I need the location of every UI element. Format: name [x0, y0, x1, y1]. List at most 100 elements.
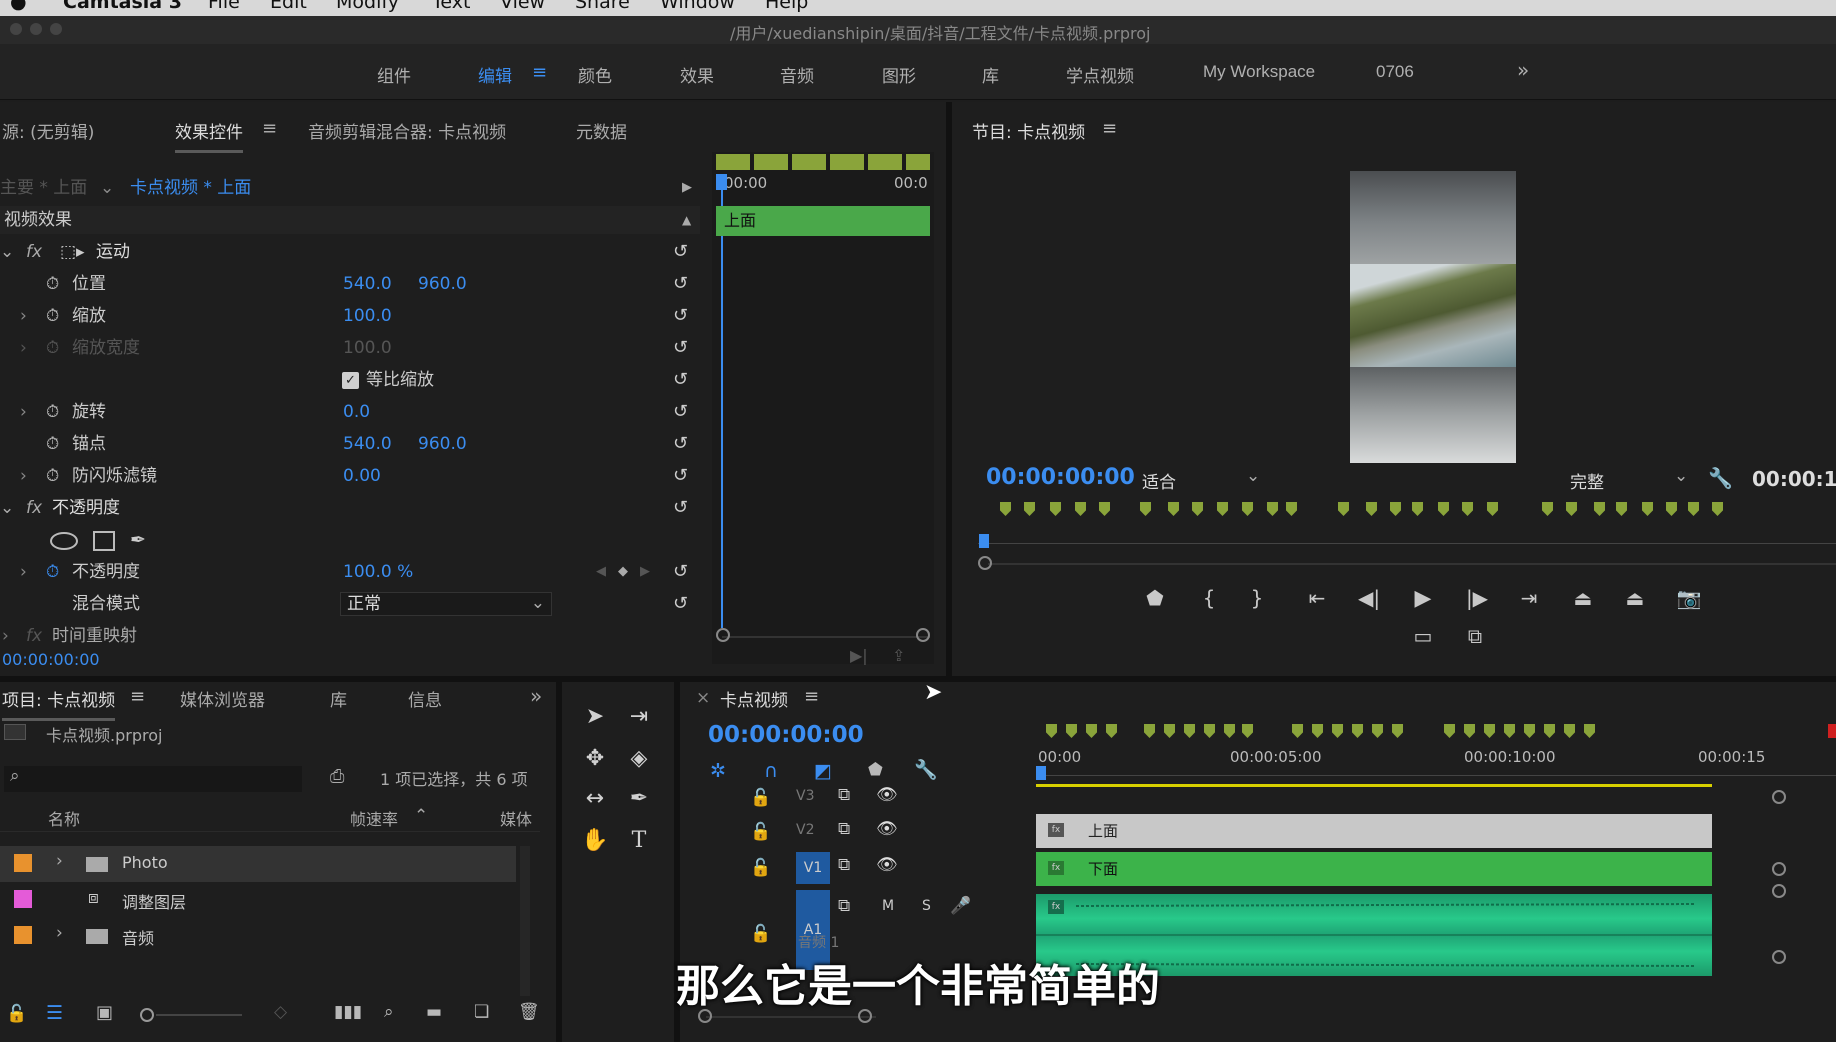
pen-mask-icon[interactable]: ✒ — [130, 526, 146, 554]
workspace-menu-icon[interactable]: ≡ — [532, 62, 547, 83]
ellipse-mask-icon[interactable] — [50, 532, 78, 550]
workspace-tab-graphics[interactable]: 图形 — [882, 62, 916, 87]
compare-view-icon[interactable]: ⧉ — [1460, 624, 1490, 648]
hand-tool-icon[interactable]: ✋ — [580, 828, 610, 853]
breadcrumb-master[interactable]: 主要 * 上面 — [0, 174, 87, 202]
column-frame-rate[interactable]: 帧速率 — [350, 806, 398, 830]
add-marker-timeline-icon[interactable]: ◩ — [814, 760, 832, 782]
solo-button[interactable]: S — [922, 898, 931, 914]
motion-transform-icon[interactable]: ⬚▸ — [60, 238, 85, 266]
toggle-sync-icon[interactable]: ⧉ — [838, 819, 850, 839]
stopwatch-active-icon[interactable]: ⏱ — [46, 558, 59, 586]
microphone-icon[interactable]: 🎤 — [950, 896, 971, 916]
export-frame-camera-icon[interactable]: 📷 — [1674, 586, 1704, 610]
track-target-v1[interactable]: V1 — [796, 852, 830, 884]
tab-metadata[interactable]: 元数据 — [576, 118, 627, 143]
add-keyframe-icon[interactable]: ◆ — [618, 558, 628, 586]
new-item-icon[interactable]: ❏ — [474, 1002, 489, 1022]
slip-tool-icon[interactable]: ↔ — [580, 786, 610, 811]
reset-opacity-icon[interactable]: ↺ — [673, 558, 688, 586]
safe-margins-icon[interactable]: ▭ — [1408, 624, 1438, 648]
mute-button[interactable]: M — [882, 898, 894, 914]
new-bin-icon[interactable]: ▬ — [426, 1002, 442, 1022]
timeline-ruler[interactable] — [1036, 766, 1836, 776]
collapse-chevron-icon[interactable]: ⌄ — [0, 494, 14, 522]
track-scroll-handle[interactable] — [1772, 884, 1786, 898]
sequence-tab[interactable]: 卡点视频 — [720, 686, 788, 711]
rectangle-mask-icon[interactable] — [93, 531, 115, 551]
trash-icon[interactable]: 🗑 — [518, 1002, 540, 1022]
project-scrollbar[interactable] — [520, 846, 530, 996]
collapse-chevron-icon[interactable]: ⌄ — [0, 238, 14, 266]
pen-tool-icon[interactable]: ✒ — [624, 786, 654, 811]
close-tab-icon[interactable]: × — [696, 688, 710, 708]
add-marker-icon[interactable]: ⬟ — [1140, 586, 1170, 610]
work-area-bar[interactable] — [1036, 784, 1712, 787]
lock-track-icon[interactable]: 🔓 — [750, 822, 771, 842]
project-menu-icon[interactable]: ≡ — [130, 686, 145, 707]
workspace-tab-library[interactable]: 库 — [982, 62, 999, 87]
new-bin-from-search-icon[interactable]: ⎙ — [330, 766, 344, 787]
menu-view[interactable]: View — [500, 0, 545, 13]
play-icon[interactable]: ▶ — [1408, 586, 1438, 611]
tab-effect-controls[interactable]: 效果控件 — [175, 118, 243, 153]
track-scroll-handle[interactable] — [1772, 862, 1786, 876]
reset-scale-icon[interactable]: ↺ — [673, 302, 688, 330]
next-keyframe-icon[interactable]: ▶ — [640, 558, 650, 586]
ripple-edit-tool-icon[interactable]: ✥ — [580, 746, 610, 771]
menu-share[interactable]: Share — [575, 0, 630, 13]
mini-clip[interactable]: 上面 — [716, 206, 930, 236]
reset-opacity-effect-icon[interactable]: ↺ — [673, 494, 688, 522]
stopwatch-icon[interactable]: ⏱ — [46, 270, 59, 298]
list-view-icon[interactable]: ☰ — [46, 1002, 63, 1024]
program-timecode[interactable]: 00:00:00:00 — [986, 465, 1135, 490]
workspace-tab-audio[interactable]: 音频 — [780, 62, 814, 87]
expand-chevron-icon[interactable]: › — [20, 558, 27, 586]
play-only-clip-icon[interactable]: ▶ — [682, 174, 692, 202]
linked-selection-icon[interactable]: ∩ — [764, 760, 778, 782]
menu-help[interactable]: Help — [765, 0, 808, 13]
reset-rotation-icon[interactable]: ↺ — [673, 398, 688, 426]
program-menu-icon[interactable]: ≡ — [1102, 118, 1117, 139]
extract-icon[interactable]: ⏏ — [1620, 586, 1650, 610]
project-item-row[interactable]: › Photo — [0, 846, 516, 882]
scroll-up-icon[interactable]: ▲ — [682, 206, 691, 234]
tab-audio-clip-mixer[interactable]: 音频剪辑混合器: 卡点视频 — [308, 118, 506, 143]
toggle-sync-icon[interactable]: ⧉ — [838, 785, 850, 805]
effect-controls-timecode[interactable]: 00:00:00:00 — [2, 650, 100, 669]
menu-edit[interactable]: Edit — [270, 0, 307, 13]
sort-ascending-icon[interactable]: ⌃ — [414, 806, 428, 826]
menu-file[interactable]: File — [208, 0, 240, 13]
anchor-x-value[interactable]: 540.0 — [343, 430, 392, 458]
column-media[interactable]: 媒体 — [500, 806, 532, 830]
timeline-settings-icon[interactable]: 🔧 — [914, 758, 938, 781]
menu-text[interactable]: Text — [432, 0, 470, 13]
motion-effect-row[interactable]: ⌄ fx ⬚▸ 运动 ↺ — [0, 238, 700, 266]
reset-anchor-icon[interactable]: ↺ — [673, 430, 688, 458]
step-forward-icon[interactable]: |▶ — [1462, 586, 1492, 610]
fit-select[interactable]: 适合 ⌄ — [1142, 466, 1260, 493]
stopwatch-icon[interactable]: ⏱ — [46, 398, 59, 426]
quality-select[interactable]: 完整 ⌄ — [1570, 466, 1688, 493]
go-to-out-icon[interactable]: ⇥ — [1514, 586, 1544, 610]
workspace-tab-components[interactable]: 组件 — [377, 62, 411, 87]
project-item-row[interactable]: ⧈ 调整图层 — [0, 882, 516, 918]
minimize-window-icon[interactable] — [30, 23, 42, 35]
tab-libraries[interactable]: 库 — [330, 686, 347, 711]
lift-icon[interactable]: ⏏ — [1568, 586, 1598, 610]
step-back-icon[interactable]: ◀| — [1354, 586, 1384, 610]
reset-position-icon[interactable]: ↺ — [673, 270, 688, 298]
rotation-value[interactable]: 0.0 — [343, 398, 370, 426]
workspace-tab-0706[interactable]: 0706 — [1376, 62, 1414, 82]
workspace-tab-effects[interactable]: 效果 — [680, 62, 714, 87]
chevron-down-icon[interactable]: ⌄ — [100, 174, 114, 202]
snap-icon[interactable]: ✲ — [710, 760, 726, 782]
razor-tool-icon[interactable]: ◈ — [624, 746, 654, 771]
tab-source[interactable]: 源: (无剪辑) — [2, 118, 94, 143]
stopwatch-icon[interactable]: ⏱ — [46, 462, 59, 490]
selection-tool-icon[interactable]: ➤ — [580, 704, 610, 729]
opacity-value[interactable]: 100.0 % — [343, 558, 413, 586]
mini-zoom-handle-left[interactable] — [716, 628, 730, 642]
zoom-slider-track[interactable] — [156, 1014, 242, 1016]
stopwatch-icon[interactable]: ⏱ — [46, 430, 59, 458]
